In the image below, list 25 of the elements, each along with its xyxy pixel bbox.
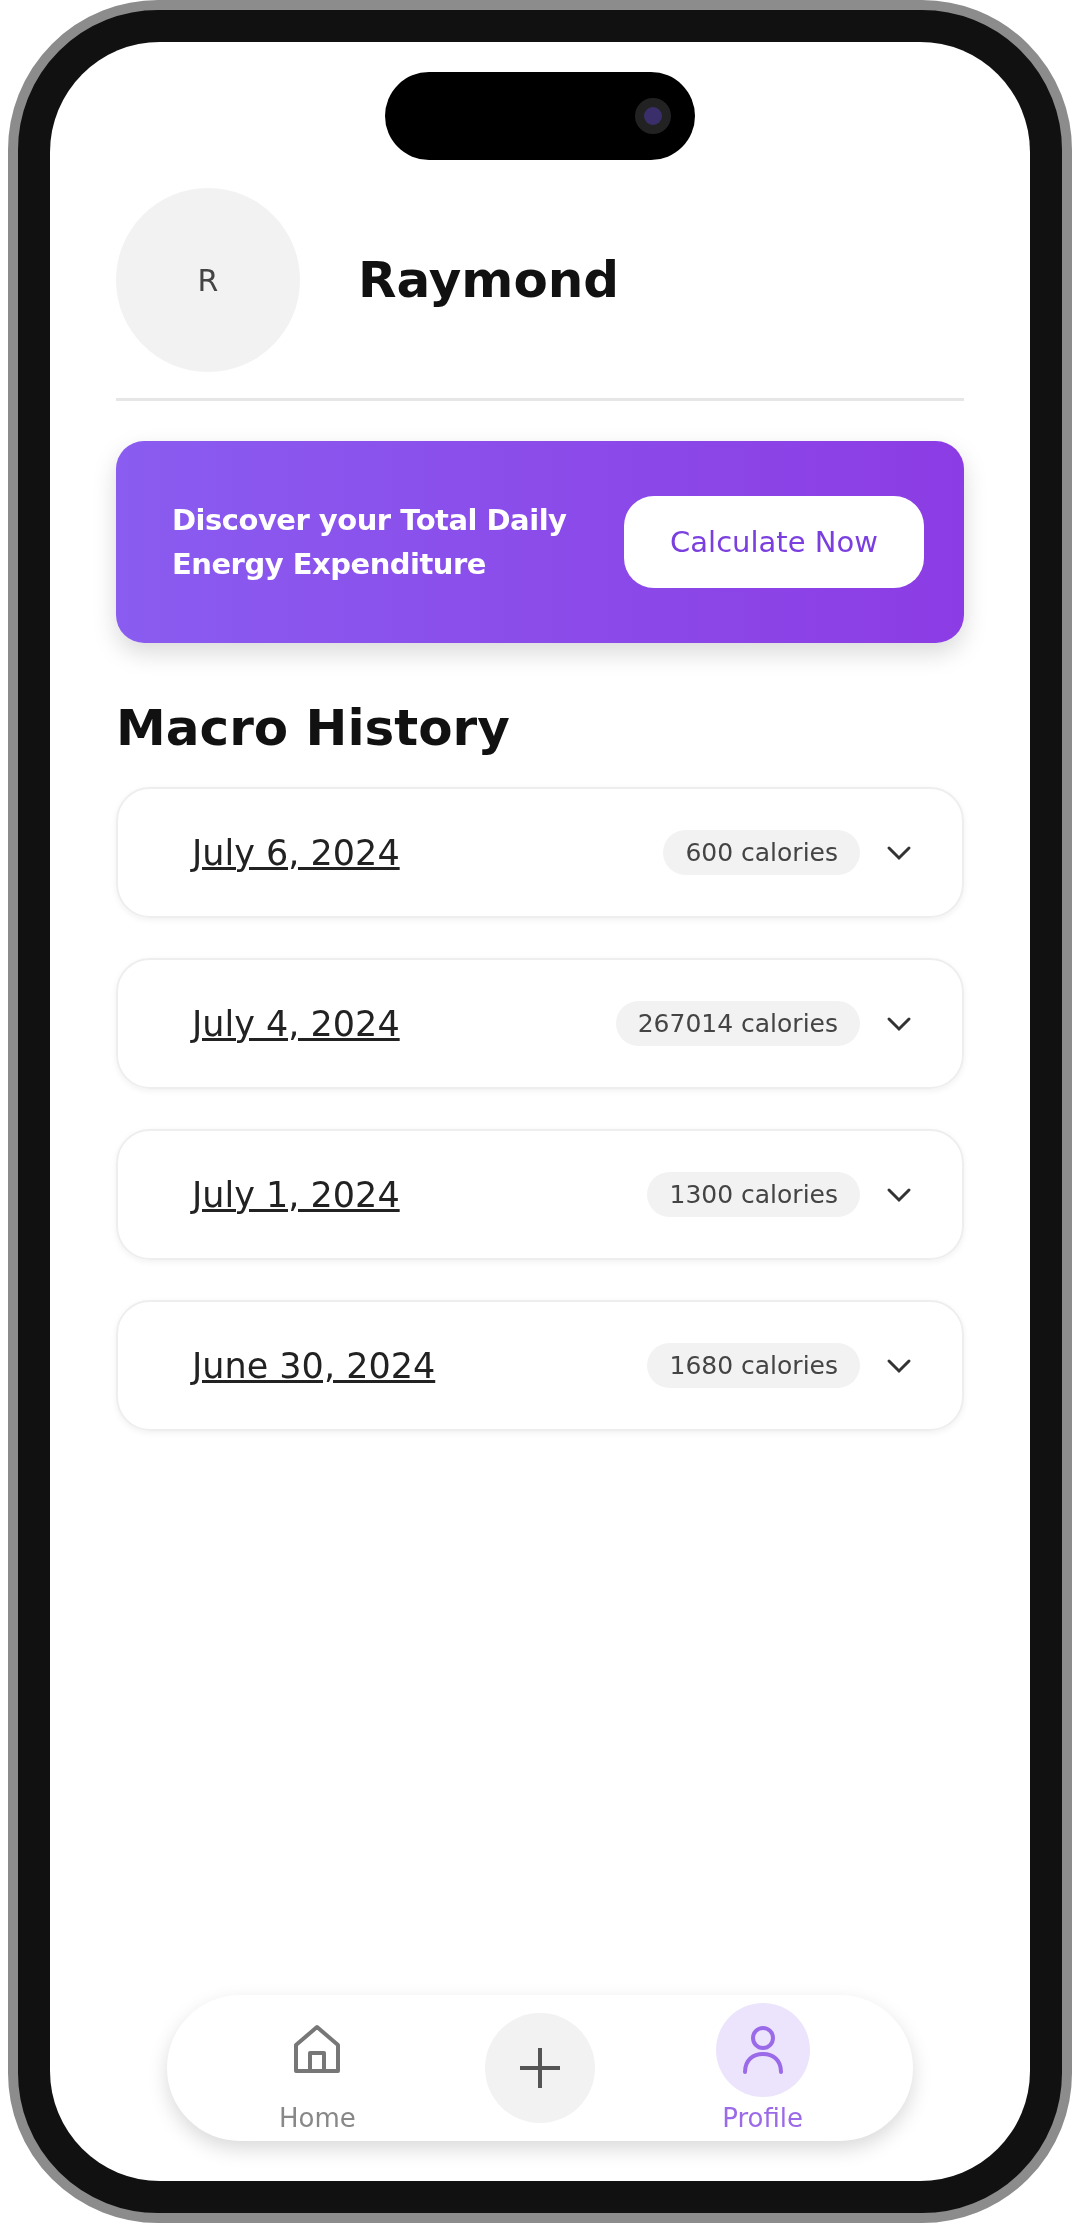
history-card[interactable]: July 6, 2024 600 calories bbox=[116, 787, 964, 918]
user-name: Raymond bbox=[358, 251, 620, 309]
calorie-badge: 1300 calories bbox=[647, 1172, 860, 1217]
chevron-icon[interactable] bbox=[886, 1357, 912, 1374]
chevron-icon[interactable] bbox=[886, 844, 912, 861]
avatar: R bbox=[116, 188, 300, 372]
calculate-button[interactable]: Calculate Now bbox=[624, 496, 924, 588]
history-card[interactable]: July 1, 2024 1300 calories bbox=[116, 1129, 964, 1260]
date-link[interactable]: July 1, 2024 bbox=[192, 1174, 400, 1215]
date-link[interactable]: June 30, 2024 bbox=[192, 1345, 436, 1386]
calorie-badge: 600 calories bbox=[663, 830, 860, 875]
person-icon bbox=[740, 2024, 785, 2076]
chevron-icon[interactable] bbox=[886, 1186, 912, 1203]
plus-icon bbox=[518, 2046, 562, 2090]
calorie-badge: 267014 calories bbox=[615, 1001, 860, 1046]
history-card[interactable]: June 30, 2024 1680 calories bbox=[116, 1300, 964, 1431]
camera-icon bbox=[633, 96, 673, 136]
history-card[interactable]: July 4, 2024 267014 calories bbox=[116, 958, 964, 1089]
date-link[interactable]: July 4, 2024 bbox=[192, 1003, 400, 1044]
calorie-badge: 1680 calories bbox=[647, 1343, 860, 1388]
nav-tab[interactable]: Home bbox=[264, 2002, 371, 2134]
banner-text: Discover your Total Daily Energy Expenditure bbox=[172, 502, 568, 583]
section-title: Macro History bbox=[116, 699, 511, 757]
chevron-icon[interactable] bbox=[886, 1015, 912, 1032]
date-link[interactable]: July 6, 2024 bbox=[192, 832, 400, 873]
